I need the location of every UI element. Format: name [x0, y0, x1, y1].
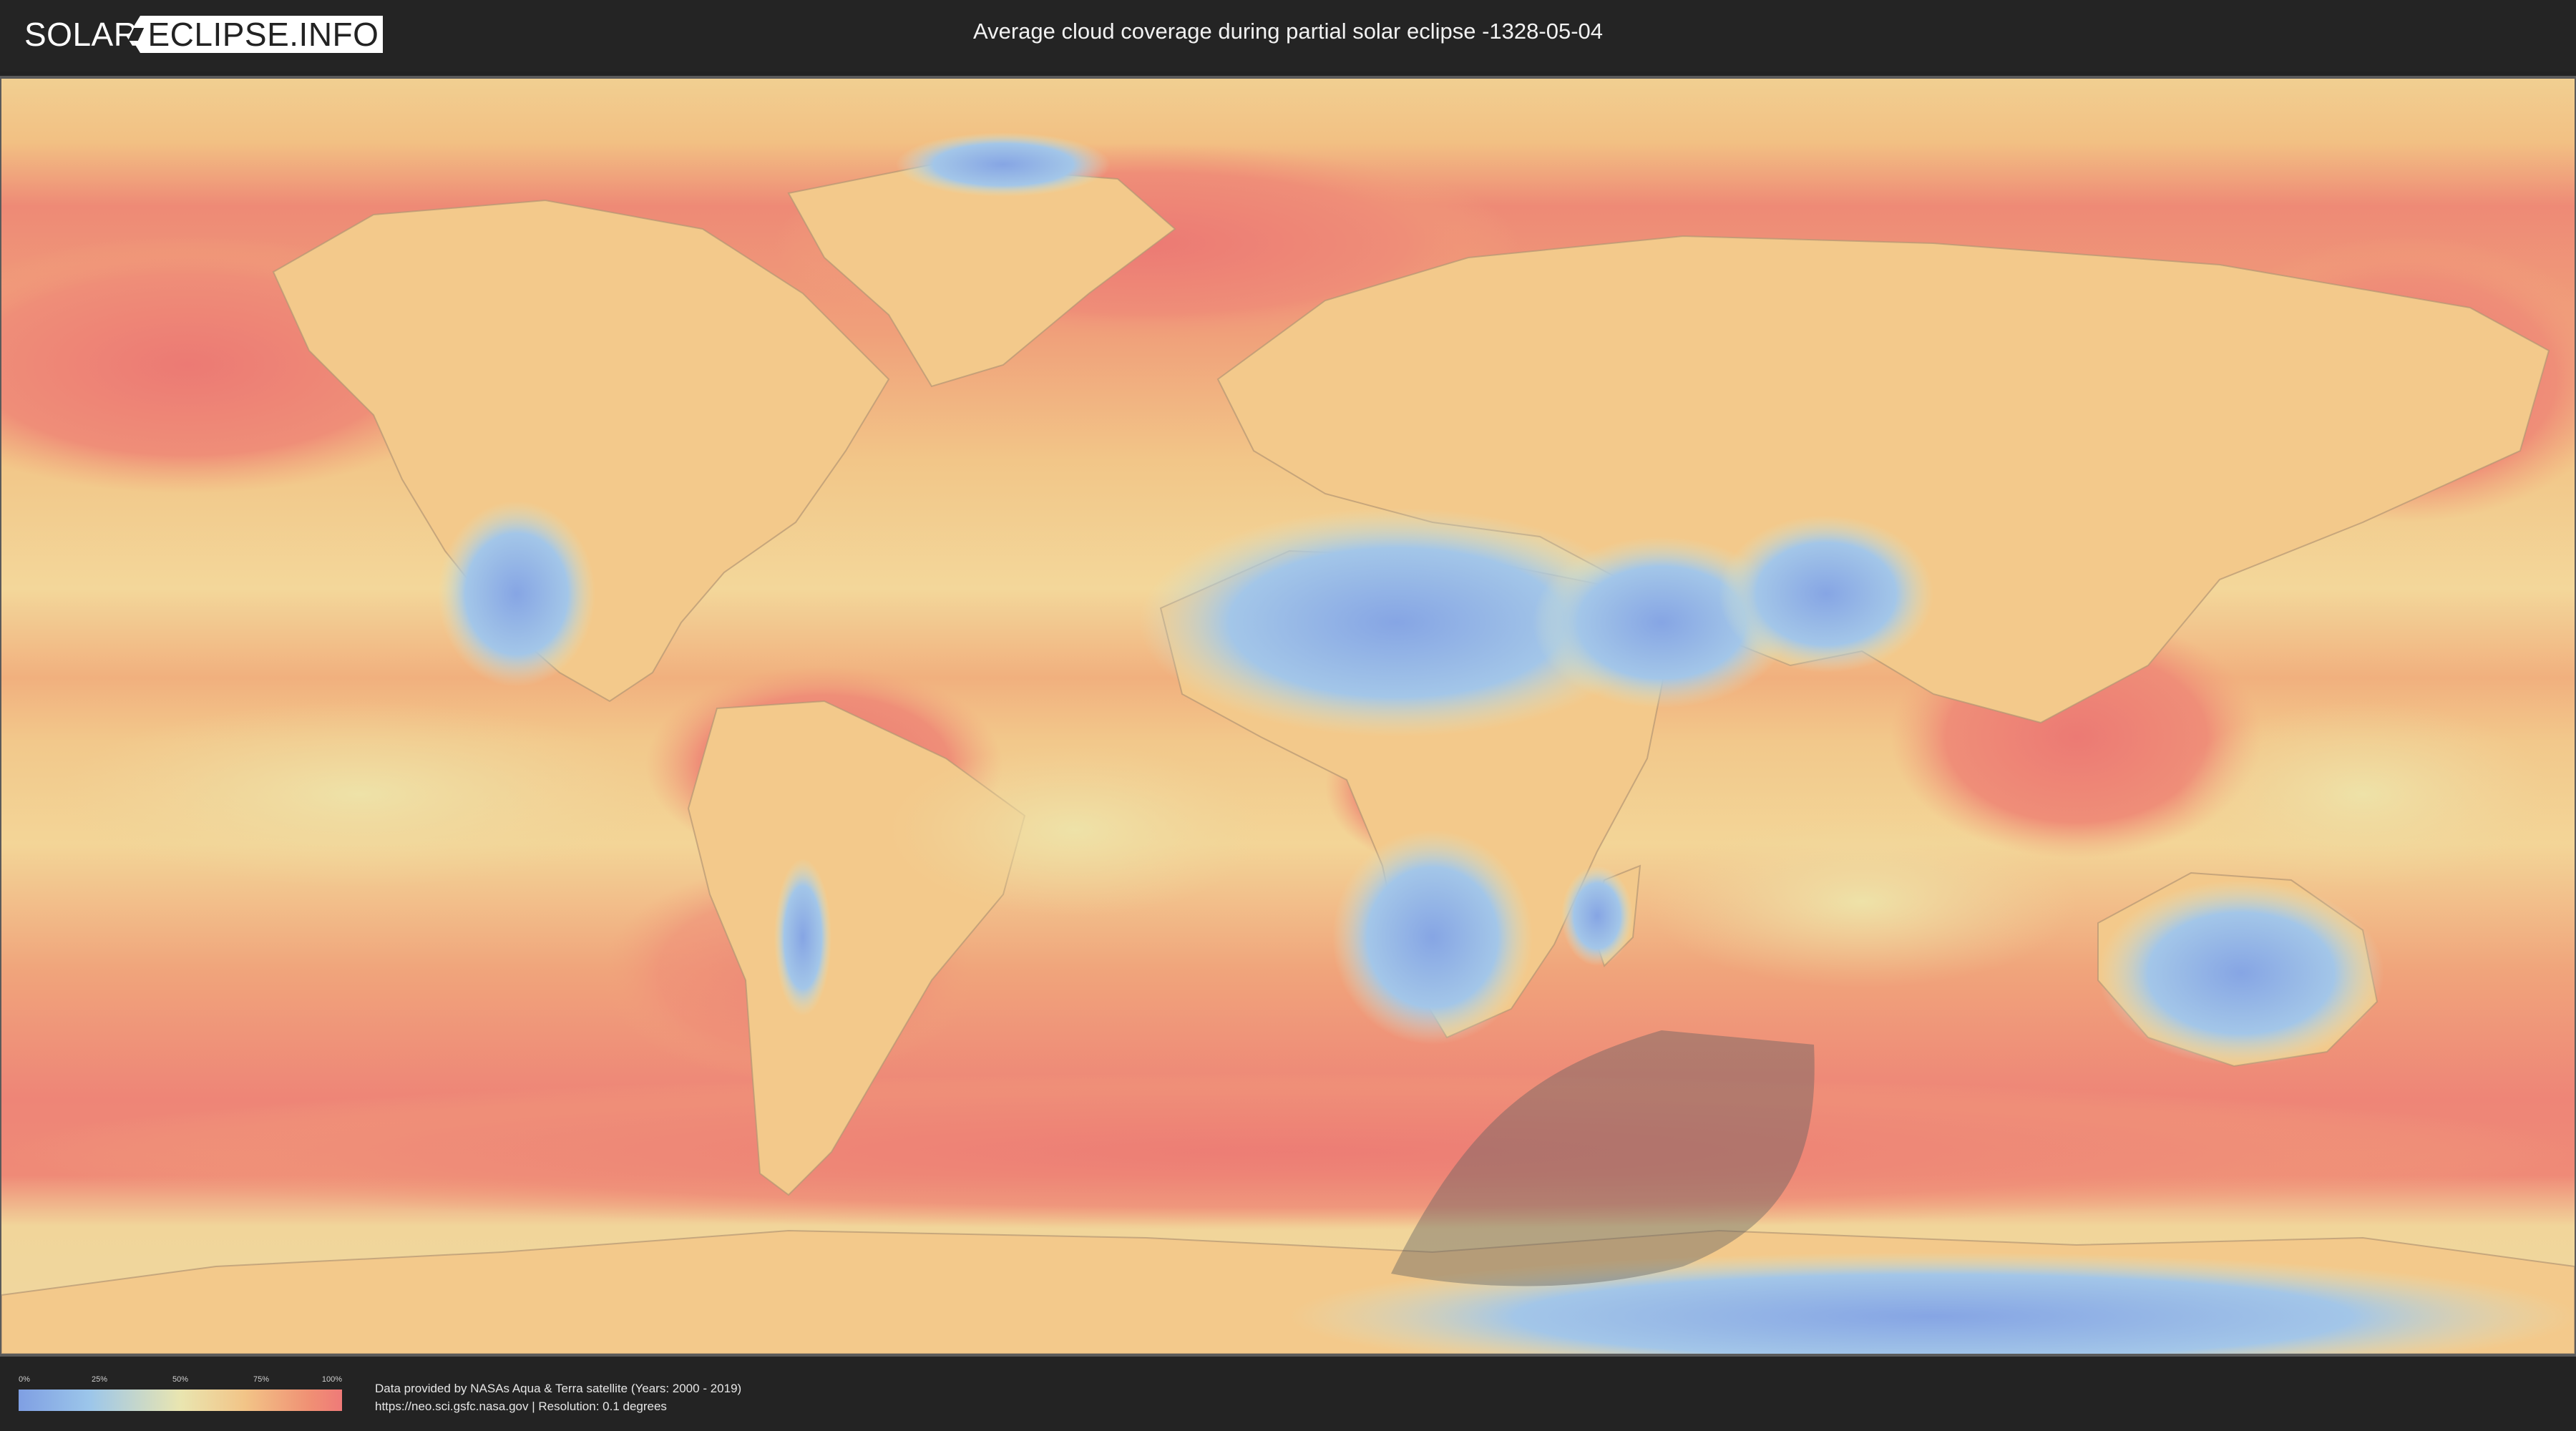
legend-tick-100: 100%	[321, 1375, 342, 1384]
legend-tick-25: 25%	[91, 1375, 108, 1384]
cloud-coverage-legend: 0% 25% 50% 75% 100%	[19, 1375, 342, 1411]
legend-tick-75: 75%	[253, 1375, 270, 1384]
legend-ticks: 0% 25% 50% 75% 100%	[19, 1375, 342, 1385]
legend-tick-0: 0%	[19, 1375, 30, 1384]
map-frame	[0, 76, 2576, 1357]
credit-link[interactable]: https://neo.sci.gsfc.nasa.gov | Resoluti…	[375, 1397, 741, 1415]
credit-source: Data provided by NASAs Aqua & Terra sate…	[375, 1382, 742, 1395]
legend-color-bar	[19, 1390, 342, 1411]
page-title: Average cloud coverage during partial so…	[972, 19, 1604, 44]
header-bar: SOLAR ECLIPSE.INFO Average cloud coverag…	[0, 0, 2576, 72]
footer-bar: 0% 25% 50% 75% 100% Data provided by NAS…	[0, 1357, 2576, 1431]
legend-tick-50: 50%	[172, 1375, 189, 1384]
cloud-coverage-map[interactable]	[1, 79, 2575, 1354]
data-credits: Data provided by NASAs Aqua & Terra sate…	[375, 1379, 741, 1415]
